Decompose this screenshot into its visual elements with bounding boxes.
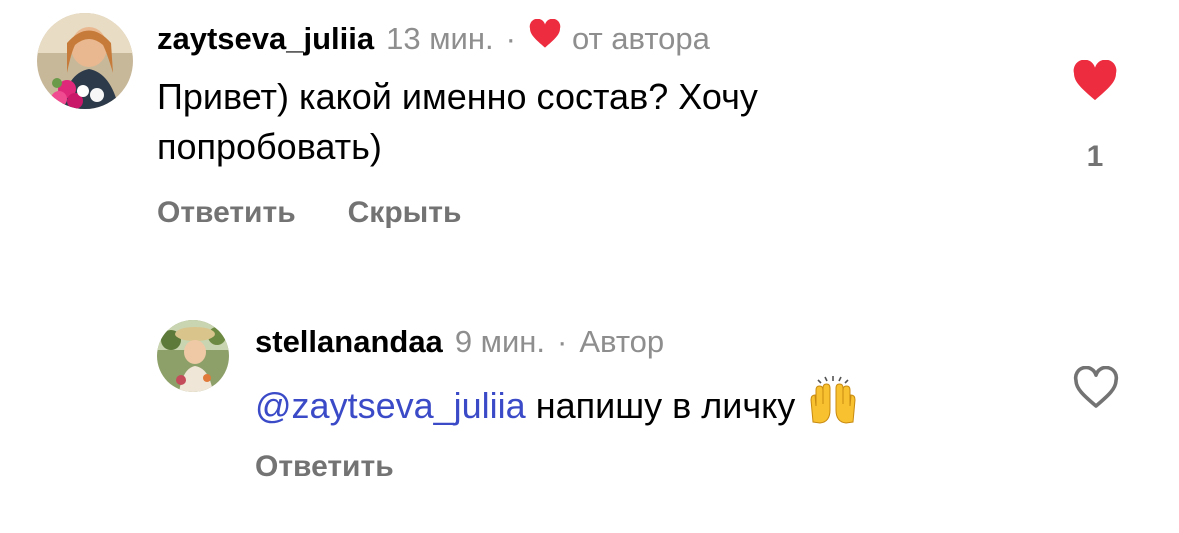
like-heart-outline-icon[interactable]	[1072, 365, 1120, 415]
comment-text: Привет) какой именно состав? Хочу попроб…	[157, 76, 758, 167]
author-like-heart-icon	[528, 18, 562, 59]
comment-actions: Ответить Скрыть	[157, 196, 461, 230]
comment-actions: Ответить	[255, 450, 394, 484]
avatar[interactable]	[37, 13, 133, 109]
comment-meta: stellanandaa 9 мин. · Автор	[255, 322, 664, 362]
separator: ·	[505, 21, 516, 56]
like-count: 1	[1086, 140, 1104, 173]
comment-text: @zaytseva_juliia напишу в личку	[255, 376, 861, 439]
separator: ·	[557, 324, 568, 359]
reply-button[interactable]: Ответить	[157, 196, 296, 230]
comment-meta: zaytseva_juliia 13 мин. · от автора	[157, 18, 710, 59]
comment-body: напишу в личку	[535, 385, 796, 426]
author-like-label: от автора	[571, 21, 710, 56]
timestamp: 9 мин.	[454, 324, 546, 359]
raising-hands-emoji	[805, 376, 861, 439]
reply-button[interactable]: Ответить	[255, 450, 394, 484]
username[interactable]: stellanandaa	[255, 322, 443, 362]
like-heart-icon[interactable]	[1072, 59, 1118, 107]
hide-button[interactable]: Скрыть	[348, 196, 462, 230]
mention-link[interactable]: @zaytseva_juliia	[255, 385, 526, 426]
username[interactable]: zaytseva_juliia	[157, 19, 374, 59]
avatar[interactable]	[157, 320, 229, 392]
timestamp: 13 мин.	[386, 21, 494, 56]
author-badge: Автор	[579, 324, 665, 359]
